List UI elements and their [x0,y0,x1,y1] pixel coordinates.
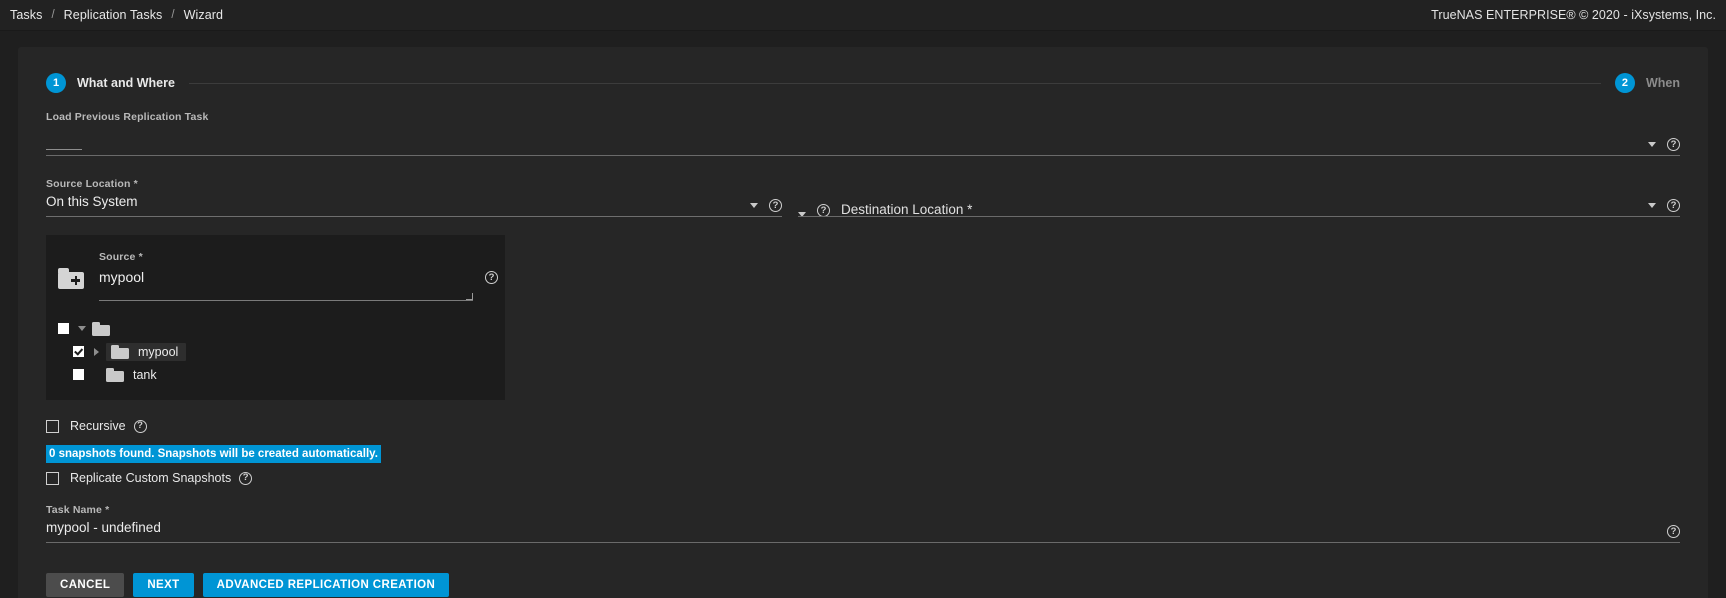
breadcrumb-item-tasks[interactable]: Tasks [8,8,44,22]
source-input-label: Source * [99,251,143,263]
chevron-right-icon[interactable] [94,348,99,356]
help-icon[interactable]: ? [134,420,147,433]
top-bar: Tasks / Replication Tasks / Wizard TrueN… [0,0,1726,31]
help-icon[interactable]: ? [485,271,498,284]
textarea-resize-handle[interactable] [466,293,473,300]
help-icon[interactable]: ? [1667,138,1680,151]
tree-row-root[interactable] [46,317,505,340]
help-icon[interactable]: ? [769,199,782,212]
wizard-stepper: 1 What and Where 2 When [46,71,1680,95]
recursive-checkbox[interactable] [46,420,59,433]
recursive-row[interactable]: Recursive ? [46,419,1680,433]
replicate-custom-snapshots-label: Replicate Custom Snapshots [70,471,231,485]
tree-checkbox-mypool[interactable] [73,346,84,357]
task-name-field[interactable]: Task Name * mypool - undefined ? [46,504,1680,543]
tree-label-mypool: mypool [138,345,178,359]
replicate-custom-snapshots-checkbox[interactable] [46,472,59,485]
load-previous-task-icons: ? [1648,138,1680,151]
help-icon[interactable]: ? [1667,525,1680,538]
cancel-button[interactable]: CANCEL [46,573,124,597]
load-previous-task-label: Load Previous Replication Task [46,111,1680,123]
breadcrumb-separator: / [164,9,181,21]
destination-location-head: ? Destination Location * [798,178,1680,217]
tree-checkbox-root[interactable] [58,323,69,334]
snapshot-status-message: 0 snapshots found. Snapshots will be cre… [46,445,381,463]
breadcrumb-item-wizard: Wizard [182,8,226,22]
destination-location-field[interactable]: ? Destination Location * ? [782,178,1680,217]
chevron-down-icon[interactable] [750,203,758,208]
tree-checkbox-tank[interactable] [73,369,84,380]
tree-node-selected-mypool[interactable]: mypool [106,343,186,361]
folder-icon [92,322,110,336]
load-previous-task-field[interactable]: Load Previous Replication Task ? [46,111,1680,156]
destination-location-underline [798,216,1680,217]
load-previous-task-underline [46,155,1680,156]
help-icon[interactable]: ? [239,472,252,485]
source-location-icons: ? [750,199,782,212]
destination-location-icons: ? [1648,199,1680,212]
chevron-down-icon[interactable] [1648,203,1656,208]
wizard-card: 1 What and Where 2 When Load Previous Re… [18,47,1708,598]
help-icon[interactable]: ? [1667,199,1680,212]
breadcrumb: Tasks / Replication Tasks / Wizard [8,8,225,22]
brand-label: TrueNAS ENTERPRISE® © 2020 - iXsystems, … [1431,8,1716,22]
folder-icon [106,368,124,382]
step-when[interactable]: 2 When [1615,73,1680,93]
step-1-label: What and Where [77,76,175,90]
step-1-badge: 1 [46,73,66,93]
step-what-and-where[interactable]: 1 What and Where [46,73,175,93]
folder-icon [111,345,129,359]
source-location-value: On this System [46,193,782,211]
chevron-down-icon[interactable] [78,326,86,331]
source-input-field[interactable]: Source * mypool [99,247,473,301]
advanced-replication-creation-button[interactable]: ADVANCED REPLICATION CREATION [203,573,450,597]
dataset-tree: mypool tank [46,317,505,386]
stepper-connector [189,83,1601,84]
tree-row-mypool[interactable]: mypool [46,340,505,363]
load-previous-task-underline-short [46,149,82,150]
source-field-row: Source * mypool ? [46,243,505,301]
tree-label-tank: tank [133,368,157,382]
load-previous-task-value [46,126,1680,144]
source-location-label: Source Location * [46,178,782,190]
task-name-underline [46,542,1680,543]
source-location-underline [46,216,782,217]
source-location-field[interactable]: Source Location * On this System ? [46,178,782,217]
folder-plus-icon[interactable] [58,268,84,289]
breadcrumb-item-replication-tasks[interactable]: Replication Tasks [62,8,165,22]
tree-row-tank[interactable]: tank [46,363,505,386]
step-2-label: When [1646,76,1680,90]
breadcrumb-separator: / [44,9,61,21]
step-2-badge: 2 [1615,73,1635,93]
source-input-value: mypool [99,269,473,285]
task-name-value: mypool - undefined [46,519,1680,537]
replicate-custom-snapshots-row[interactable]: Replicate Custom Snapshots ? [46,471,1680,485]
wizard-button-row: CANCEL NEXT ADVANCED REPLICATION CREATIO… [46,573,1680,597]
page-container: 1 What and Where 2 When Load Previous Re… [0,31,1726,598]
source-input-underline [99,300,473,301]
chevron-down-icon[interactable] [1648,142,1656,147]
location-row: Source Location * On this System ? ? Des… [46,178,1680,217]
recursive-label: Recursive [70,419,126,433]
task-name-label: Task Name * [46,504,1680,516]
destination-location-label: Destination Location * [841,202,972,217]
source-tree-panel: Source * mypool ? [46,235,505,400]
next-button[interactable]: NEXT [133,573,193,597]
